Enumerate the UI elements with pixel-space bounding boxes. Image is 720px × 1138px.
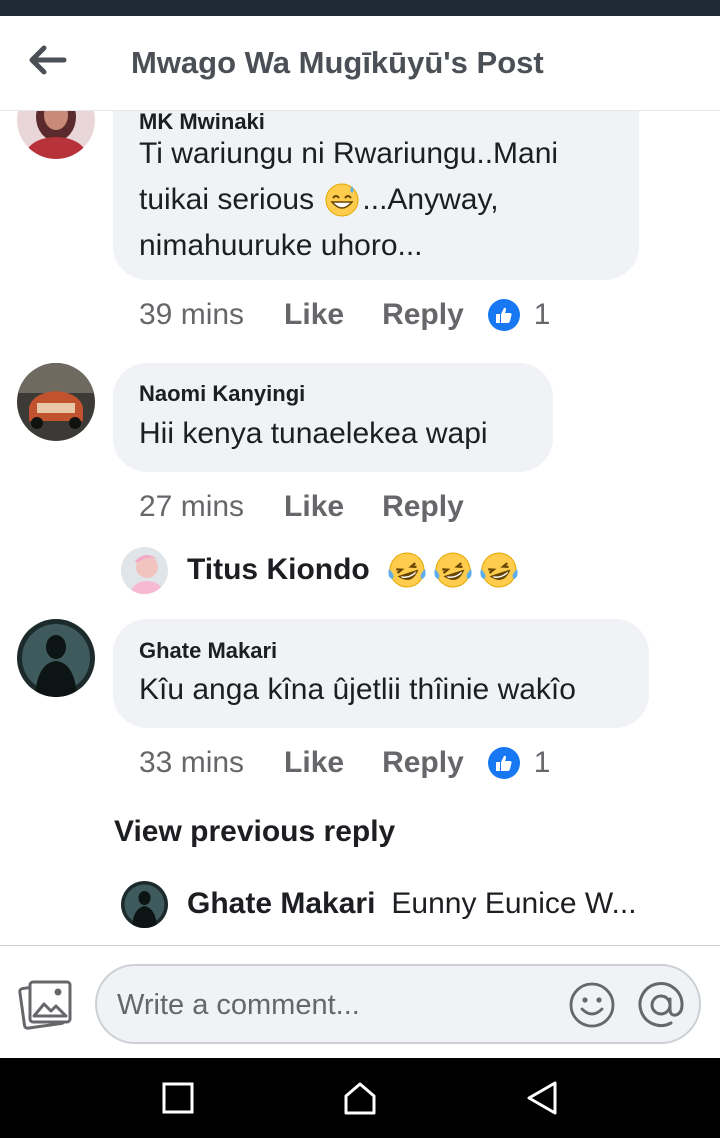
comment-time[interactable]: 27 mins	[139, 490, 244, 524]
avatar[interactable]	[121, 546, 168, 594]
smiley-icon	[569, 982, 615, 1028]
back-button[interactable]	[22, 38, 74, 82]
avatar[interactable]	[17, 619, 95, 697]
home-button[interactable]	[338, 1076, 382, 1120]
comment-bubble[interactable]: Naomi Kanyingi Hii kenya tunaelekea wapi	[113, 363, 553, 472]
reply-button[interactable]: Reply	[382, 746, 464, 780]
post-header: Mwago Wa Mugīkūyū's Post	[0, 16, 720, 111]
back-nav-button[interactable]	[520, 1076, 564, 1120]
at-sign-icon	[638, 982, 684, 1028]
avatar[interactable]	[17, 363, 95, 441]
photo-gallery-icon	[18, 980, 72, 1030]
reply-author[interactable]: Titus Kiondo	[187, 553, 370, 587]
like-button[interactable]: Like	[284, 746, 344, 780]
comment-text: Hii kenya tunaelekea wapi	[139, 417, 488, 450]
recents-button[interactable]	[156, 1076, 200, 1120]
laughing-tears-emoji-icon	[388, 552, 426, 588]
comment-text-line: tuikai serious ...Anyway,	[139, 177, 499, 223]
laughing-tears-emoji-icon	[434, 552, 472, 588]
comment-text: Kîu anga kîna ûjetlii thîinie wakîo	[139, 673, 576, 706]
reply-emojis	[386, 549, 520, 591]
avatar[interactable]	[17, 111, 95, 159]
comment-text-segment: ...Anyway,	[362, 183, 499, 216]
grinning-sweat-emoji-icon	[325, 183, 359, 217]
comment-text-line: nimahuuruke uhoro...	[139, 229, 423, 262]
comment-box[interactable]	[95, 964, 701, 1044]
home-icon	[344, 1082, 376, 1115]
comment-meta: 27 mins Like Reply	[139, 487, 464, 527]
reply-text: Eunny Eunice W...	[391, 887, 637, 920]
view-previous-reply-link[interactable]: View previous reply	[114, 815, 395, 849]
comment-input[interactable]	[117, 986, 547, 1024]
laughing-tears-emoji-icon	[480, 552, 518, 588]
reaction-count[interactable]: 1	[534, 298, 551, 332]
like-reaction-icon[interactable]	[487, 299, 520, 331]
comment-composer	[0, 945, 720, 1058]
reaction-count[interactable]: 1	[534, 746, 551, 780]
comment-time[interactable]: 39 mins	[139, 298, 244, 332]
photo-button[interactable]	[18, 978, 74, 1030]
comment-author[interactable]: Naomi Kanyingi	[139, 381, 305, 407]
comment-bubble[interactable]: Ghate Makari Kîu anga kîna ûjetlii thîin…	[113, 619, 649, 728]
reply-button[interactable]: Reply	[382, 490, 464, 524]
status-bar	[0, 0, 720, 16]
reply-author[interactable]: Ghate Makari	[187, 887, 375, 921]
comment-meta: 39 mins Like Reply 1	[139, 295, 550, 335]
reply-preview[interactable]: Ghate Makari Eunny Eunice W...	[121, 880, 637, 928]
comment-author[interactable]: Ghate Makari	[139, 638, 277, 664]
page-title: Mwago Wa Mugīkūyū's Post	[131, 45, 544, 80]
system-navigation-bar	[0, 1058, 720, 1138]
arrow-left-icon	[29, 45, 67, 75]
mention-button[interactable]	[635, 979, 687, 1031]
like-button[interactable]: Like	[284, 298, 344, 332]
comment-text-line: Ti wariungu ni Rwariungu..Mani	[139, 137, 559, 170]
comment-time[interactable]: 33 mins	[139, 746, 244, 780]
comments-list: MK Mwinaki Ti wariungu ni Rwariungu..Man…	[0, 111, 720, 945]
comment-text-segment: tuikai serious	[139, 183, 323, 216]
emoji-button[interactable]	[568, 981, 616, 1029]
square-icon	[162, 1082, 194, 1114]
triangle-back-icon	[527, 1081, 557, 1115]
like-button[interactable]: Like	[284, 490, 344, 524]
reply-button[interactable]: Reply	[382, 298, 464, 332]
comment-meta: 33 mins Like Reply 1	[139, 743, 550, 783]
like-reaction-icon[interactable]	[487, 747, 520, 779]
reply-preview[interactable]: Titus Kiondo	[121, 546, 520, 594]
avatar[interactable]	[121, 880, 168, 928]
comment-bubble[interactable]: MK Mwinaki Ti wariungu ni Rwariungu..Man…	[113, 111, 639, 280]
